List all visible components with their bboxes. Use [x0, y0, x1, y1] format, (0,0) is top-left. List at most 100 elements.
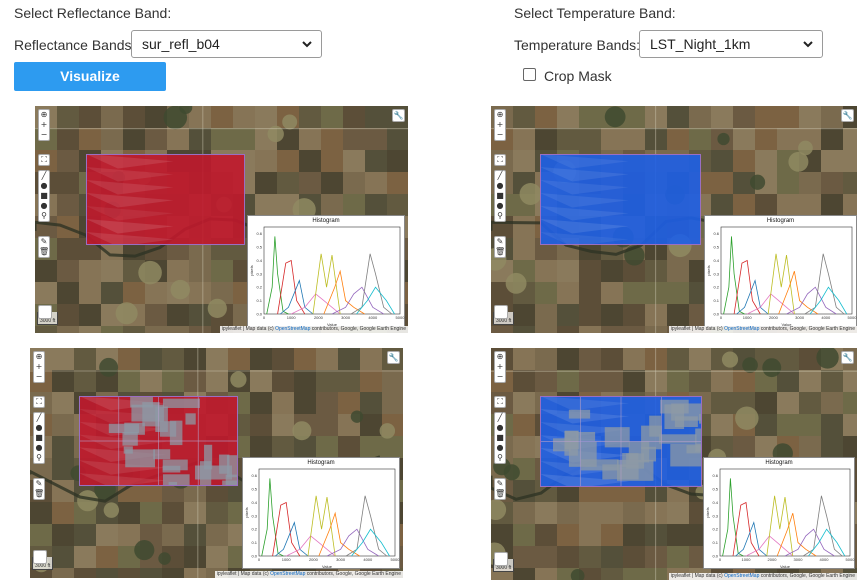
- y-tick-label: 0.0: [712, 554, 718, 559]
- wrench-icon[interactable]: 🔧: [841, 109, 854, 122]
- histogram-plot: 0 1000 2000 3000 4000 5000 0.0 0.1 0.2 0.3 0.4 0.5 0…: [249, 226, 405, 327]
- edit-icon[interactable]: ✎: [39, 237, 49, 247]
- circlemarker-icon[interactable]: ●: [495, 443, 505, 453]
- map-temperature-full[interactable]: ⊕ + − ⛶ ╱ ● ■ ● ⚲ ✎ 🗑 🔧 Histogram 0 1000 2000 3000 4000 50…: [491, 106, 857, 333]
- visualize-button[interactable]: Visualize: [14, 62, 166, 91]
- zoom-in-button[interactable]: +: [495, 362, 505, 372]
- x-axis-label: Value: [322, 564, 333, 569]
- y-tick-label: 0.3: [713, 271, 719, 276]
- edit-icon[interactable]: ✎: [495, 479, 505, 489]
- map-reflectance-masked[interactable]: ⊕ + − ⛶ ╱ ● ■ ● ⚲ ✎ 🗑 🔧 Histogram 0 1000 2000 3000 4000 50…: [30, 348, 403, 578]
- zoom-in-button[interactable]: +: [34, 362, 44, 372]
- zoom-in-button[interactable]: +: [39, 120, 49, 130]
- x-tick-label: 1000: [287, 315, 297, 320]
- edit-toolbar[interactable]: ✎ 🗑: [494, 236, 506, 258]
- trash-icon[interactable]: 🗑: [39, 247, 49, 257]
- histogram-series-9: [808, 528, 846, 557]
- zoom-out-button[interactable]: −: [495, 130, 505, 140]
- reflectance-band-select[interactable]: sur_refl_b04: [131, 30, 322, 58]
- fullscreen-button[interactable]: ⛶: [494, 396, 506, 408]
- reflectance-band-value: sur_refl_b04: [142, 36, 220, 52]
- fullscreen-bottom-button[interactable]: [38, 305, 52, 319]
- circle-icon[interactable]: ●: [34, 423, 44, 433]
- histogram-chart: Histogram 0 1000 2000 3000 4000 5000 0.0 0.1 0.2 0…: [703, 457, 855, 569]
- zoom-toolbar[interactable]: ⊕ + −: [38, 109, 50, 141]
- trash-icon[interactable]: 🗑: [34, 489, 44, 499]
- map-reflectance-full[interactable]: ⊕ + − ⛶ ╱ ● ■ ● ⚲ ✎ 🗑 🔧 Histogram 0 1000 2000 3000 4000 50…: [35, 106, 408, 333]
- y-tick-label: 0.5: [713, 245, 719, 250]
- layers-icon[interactable]: ⊕: [34, 352, 44, 362]
- edit-icon[interactable]: ✎: [495, 237, 505, 247]
- circlemarker-icon[interactable]: ●: [34, 443, 44, 453]
- marker-icon[interactable]: ⚲: [34, 453, 44, 463]
- x-tick-label: 5000: [391, 557, 401, 562]
- zoom-out-button[interactable]: −: [34, 372, 44, 382]
- circle-icon[interactable]: ●: [495, 423, 505, 433]
- wrench-icon[interactable]: 🔧: [392, 109, 405, 122]
- x-tick-label: 1000: [743, 315, 753, 320]
- rectangle-icon[interactable]: ■: [34, 433, 44, 443]
- draw-toolbar[interactable]: ╱ ● ■ ● ⚲: [494, 170, 506, 222]
- x-tick-label: 0: [263, 315, 266, 320]
- fullscreen-icon: ⛶: [41, 155, 47, 164]
- wrench-icon[interactable]: 🔧: [387, 351, 400, 364]
- polyline-icon[interactable]: ╱: [495, 413, 505, 423]
- histogram-plot: 0 1000 2000 3000 4000 5000 0.0 0.1 0.2 0.3 0.4 0.5 0…: [244, 468, 401, 569]
- crop-mask-checkbox[interactable]: [523, 68, 536, 81]
- y-tick-label: 0.0: [256, 312, 262, 317]
- zoom-toolbar[interactable]: ⊕ + −: [494, 351, 506, 383]
- map-temperature-masked[interactable]: ⊕ + − ⛶ ╱ ● ■ ● ⚲ ✎ 🗑 🔧 Histogram 0 1000 2000 3000 4000 50…: [491, 348, 857, 580]
- circle-icon[interactable]: ●: [39, 181, 49, 191]
- polyline-icon[interactable]: ╱: [34, 413, 44, 423]
- openstreetmap-link[interactable]: OpenStreetMap: [270, 571, 305, 577]
- draw-toolbar[interactable]: ╱ ● ■ ● ⚲: [494, 412, 506, 464]
- rectangle-icon[interactable]: ■: [39, 191, 49, 201]
- fullscreen-bottom-button[interactable]: [494, 305, 508, 319]
- polyline-icon[interactable]: ╱: [495, 171, 505, 181]
- layers-icon[interactable]: ⊕: [39, 110, 49, 120]
- circlemarker-icon[interactable]: ●: [39, 201, 49, 211]
- attribution-text: ipyleaflet | Map data (c): [670, 326, 725, 332]
- attribution-text: contributors, Google, Google Earth Engin…: [759, 573, 855, 579]
- zoom-in-button[interactable]: +: [495, 120, 505, 130]
- rectangle-icon[interactable]: ■: [495, 191, 505, 201]
- temperature-band-select[interactable]: LST_Night_1km: [639, 30, 823, 58]
- edit-toolbar[interactable]: ✎ 🗑: [38, 236, 50, 258]
- marker-icon[interactable]: ⚲: [495, 453, 505, 463]
- trash-icon[interactable]: 🗑: [495, 489, 505, 499]
- openstreetmap-link[interactable]: OpenStreetMap: [724, 326, 759, 332]
- fullscreen-bottom-button[interactable]: [494, 552, 508, 566]
- fullscreen-bottom-button[interactable]: [33, 550, 47, 564]
- fullscreen-button[interactable]: ⛶: [33, 396, 45, 408]
- draw-toolbar[interactable]: ╱ ● ■ ● ⚲: [33, 412, 45, 464]
- fullscreen-button[interactable]: ⛶: [494, 154, 506, 166]
- chevron-down-icon: [302, 41, 312, 48]
- zoom-out-button[interactable]: −: [495, 372, 505, 382]
- wrench-icon[interactable]: 🔧: [841, 351, 854, 364]
- polyline-icon[interactable]: ╱: [39, 171, 49, 181]
- fullscreen-button[interactable]: ⛶: [38, 154, 50, 166]
- marker-icon[interactable]: ⚲: [495, 211, 505, 221]
- layers-icon[interactable]: ⊕: [495, 352, 505, 362]
- layers-icon[interactable]: ⊕: [495, 110, 505, 120]
- x-axis-label: Value: [780, 564, 791, 569]
- edit-toolbar[interactable]: ✎ 🗑: [494, 478, 506, 500]
- edit-toolbar[interactable]: ✎ 🗑: [33, 478, 45, 500]
- openstreetmap-link[interactable]: OpenStreetMap: [724, 573, 759, 579]
- y-tick-label: 0.1: [713, 298, 719, 303]
- zoom-toolbar[interactable]: ⊕ + −: [494, 109, 506, 141]
- openstreetmap-link[interactable]: OpenStreetMap: [275, 326, 310, 332]
- edit-icon[interactable]: ✎: [34, 479, 44, 489]
- x-tick-label: 0: [258, 557, 261, 562]
- y-tick-label: 0.6: [251, 473, 257, 478]
- y-tick-label: 0.6: [256, 231, 262, 236]
- circle-icon[interactable]: ●: [495, 181, 505, 191]
- circlemarker-icon[interactable]: ●: [495, 201, 505, 211]
- zoom-out-button[interactable]: −: [39, 130, 49, 140]
- map-attribution: ipyleaflet | Map data (c) OpenStreetMap …: [668, 326, 857, 333]
- zoom-toolbar[interactable]: ⊕ + −: [33, 351, 45, 383]
- trash-icon[interactable]: 🗑: [495, 247, 505, 257]
- rectangle-icon[interactable]: ■: [495, 433, 505, 443]
- draw-toolbar[interactable]: ╱ ● ■ ● ⚲: [38, 170, 50, 222]
- marker-icon[interactable]: ⚲: [39, 211, 49, 221]
